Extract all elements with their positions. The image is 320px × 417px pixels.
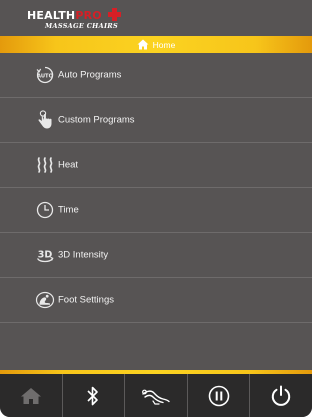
3d-icon: 3D xyxy=(35,245,55,265)
menu-item-heat[interactable]: Heat xyxy=(0,143,312,188)
toolbar-power-button[interactable] xyxy=(250,374,312,417)
pause-icon xyxy=(208,385,230,407)
massage-chair-icon xyxy=(141,387,171,405)
brand-cross-icon xyxy=(108,8,121,21)
toolbar-home-button[interactable] xyxy=(0,374,63,417)
brand-name-white: HEALTH xyxy=(27,9,76,22)
main-menu: AUTO Auto Programs Custom Programs Heat … xyxy=(0,53,312,323)
toolbar-pause-button[interactable] xyxy=(188,374,251,417)
toolbar-massage-chair-button[interactable] xyxy=(125,374,188,417)
menu-item-label: 3D Intensity xyxy=(58,249,109,261)
svg-text:3D: 3D xyxy=(38,250,53,261)
touch-hand-icon xyxy=(35,110,55,130)
power-icon xyxy=(270,385,292,407)
brand-name: HEALTHPRO xyxy=(27,9,102,22)
menu-item-foot-settings[interactable]: Foot Settings xyxy=(0,278,312,323)
home-icon xyxy=(20,387,42,405)
brand-tagline: MASSAGE CHAIRS xyxy=(45,22,118,30)
toolbar-bluetooth-button[interactable] xyxy=(63,374,126,417)
menu-item-time[interactable]: Time xyxy=(0,188,312,233)
brand-name-red: PRO xyxy=(75,9,102,22)
svg-text:AUTO: AUTO xyxy=(37,73,54,79)
home-label: Home xyxy=(152,39,176,50)
menu-item-label: Foot Settings xyxy=(58,294,114,306)
app-screen: HEALTHPRO MASSAGE CHAIRS Home AUTO Auto … xyxy=(0,0,312,417)
heat-waves-icon xyxy=(35,155,55,175)
home-icon xyxy=(137,39,149,50)
header: HEALTHPRO MASSAGE CHAIRS xyxy=(0,0,312,36)
menu-item-label: Custom Programs xyxy=(58,114,135,126)
clock-icon xyxy=(35,200,55,220)
menu-item-3d-intensity[interactable]: 3D 3D Intensity xyxy=(0,233,312,278)
auto-icon: AUTO xyxy=(35,65,55,85)
menu-item-auto-programs[interactable]: AUTO Auto Programs xyxy=(0,53,312,98)
bottom-toolbar xyxy=(0,374,312,417)
menu-item-custom-programs[interactable]: Custom Programs xyxy=(0,98,312,143)
foot-icon xyxy=(35,290,55,310)
menu-item-label: Time xyxy=(58,204,79,216)
bluetooth-icon xyxy=(86,385,100,407)
menu-item-label: Auto Programs xyxy=(58,69,122,81)
home-bar[interactable]: Home xyxy=(0,36,312,53)
menu-item-label: Heat xyxy=(58,159,79,171)
